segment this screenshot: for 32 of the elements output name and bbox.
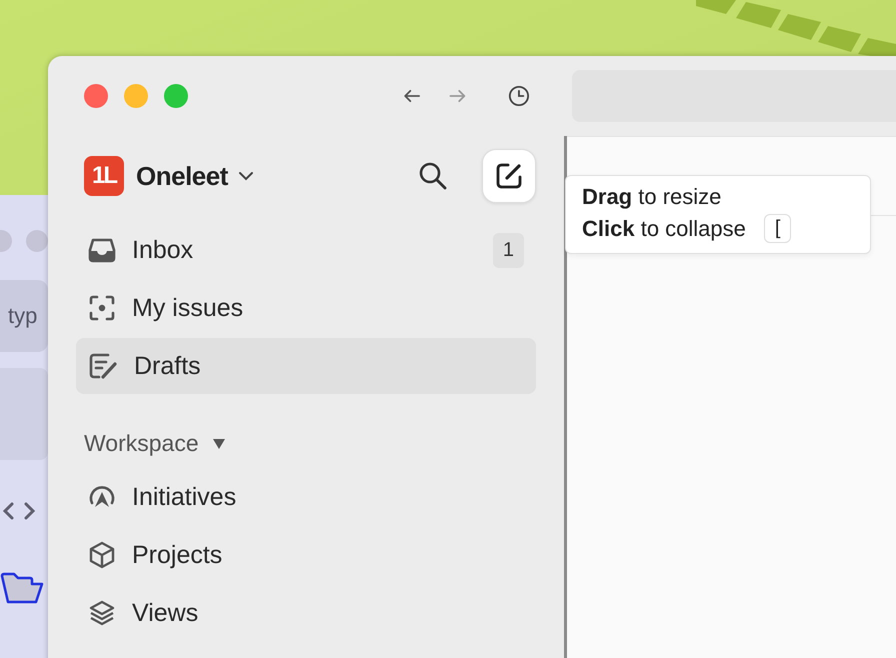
field-text: typ (8, 303, 38, 329)
workspace-logo[interactable]: 1L (84, 156, 124, 196)
compose-icon (494, 161, 524, 191)
back-arrow-icon[interactable] (403, 87, 421, 105)
forward-arrow-icon[interactable] (448, 87, 466, 105)
keyboard-shortcut: [ (764, 214, 792, 243)
triangle-icon (212, 438, 225, 448)
resize-handle[interactable] (564, 136, 567, 658)
close-button[interactable] (84, 84, 108, 108)
folder-icon (0, 572, 44, 604)
section-toggle[interactable]: Workspace (84, 430, 225, 457)
note-edit-icon (88, 352, 118, 380)
focus-frame-icon (88, 294, 116, 322)
workspace-switcher[interactable]: Oneleet (136, 160, 228, 192)
window-dot (26, 230, 48, 252)
layers-icon (88, 599, 116, 627)
inbox-tray-icon (88, 236, 116, 264)
sidebar-item[interactable]: Inbox 1 (76, 222, 536, 278)
sidebar-item[interactable]: Drafts (76, 338, 536, 394)
search-icon[interactable] (418, 161, 448, 191)
new-issue-button[interactable] (482, 149, 536, 203)
chevron-down-icon[interactable] (238, 171, 254, 181)
sidebar-item[interactable]: Views (76, 585, 536, 641)
zoom-button[interactable] (164, 84, 188, 108)
sidebar-item[interactable]: Initiatives (76, 469, 536, 525)
unread-count: 1 (492, 232, 524, 268)
sidebar-item[interactable]: My issues (76, 280, 536, 336)
sidebar-item[interactable]: Projects (76, 527, 536, 583)
tooltip-text: Click to collapse (582, 216, 746, 242)
cube-icon (88, 541, 116, 569)
code-icon (2, 502, 36, 520)
tooltip-text: Drag to resize (582, 184, 722, 210)
